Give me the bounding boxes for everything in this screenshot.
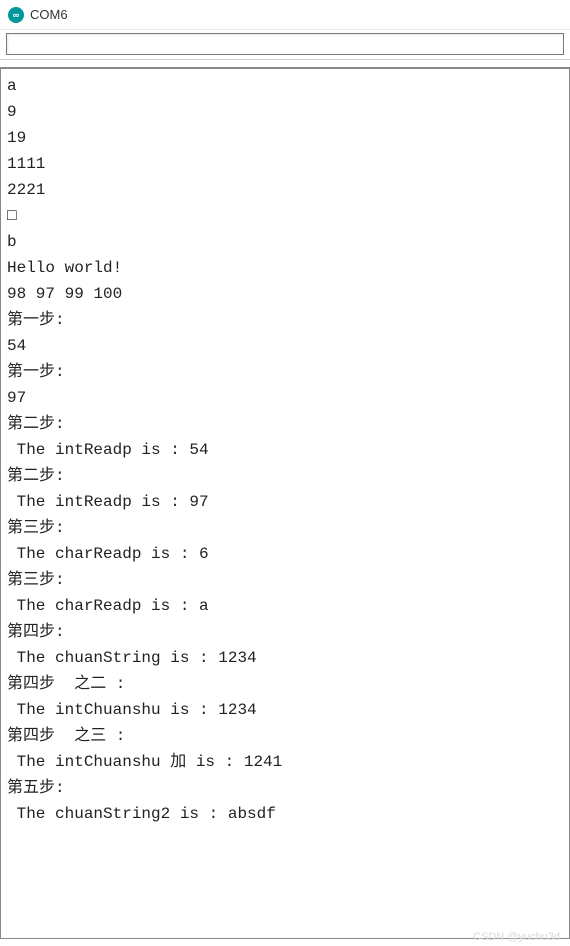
console-line: 第一步: <box>7 307 563 333</box>
titlebar: ∞ COM6 <box>0 0 570 30</box>
console-line: 第四步 之二 : <box>7 671 563 697</box>
console-line: 98 97 99 100 <box>7 281 563 307</box>
serial-input[interactable] <box>6 33 564 55</box>
console-line: 第一步: <box>7 359 563 385</box>
console-line: 第四步 之三 : <box>7 723 563 749</box>
console-line: a <box>7 73 563 99</box>
console-line: 第五步: <box>7 775 563 801</box>
window-title: COM6 <box>30 7 68 22</box>
console-line: 第四步: <box>7 619 563 645</box>
input-area <box>0 30 570 60</box>
serial-console[interactable]: a91911112221□bHello world!98 97 99 100第一… <box>0 68 570 939</box>
console-line: The intChuanshu 加 is : 1241 <box>7 749 563 775</box>
app-icon: ∞ <box>8 7 24 23</box>
separator <box>0 60 570 68</box>
console-line: Hello world! <box>7 255 563 281</box>
console-line: 第三步: <box>7 515 563 541</box>
console-line: The chuanString is : 1234 <box>7 645 563 671</box>
console-line: The intReadp is : 54 <box>7 437 563 463</box>
console-line: The intReadp is : 97 <box>7 489 563 515</box>
console-line: b <box>7 229 563 255</box>
console-line: The intChuanshu is : 1234 <box>7 697 563 723</box>
console-line: 第二步: <box>7 411 563 437</box>
console-line: 第二步: <box>7 463 563 489</box>
console-line: 9 <box>7 99 563 125</box>
console-line: 1111 <box>7 151 563 177</box>
console-line: □ <box>7 203 563 229</box>
console-line: 97 <box>7 385 563 411</box>
console-line: 2221 <box>7 177 563 203</box>
console-line: 第三步: <box>7 567 563 593</box>
console-line: The chuanString2 is : absdf <box>7 801 563 827</box>
console-line: 19 <box>7 125 563 151</box>
console-line: 54 <box>7 333 563 359</box>
console-line: The charReadp is : a <box>7 593 563 619</box>
app-icon-glyph: ∞ <box>13 10 19 20</box>
watermark: CSDN @yuchu3d <box>473 931 560 943</box>
console-line: The charReadp is : 6 <box>7 541 563 567</box>
